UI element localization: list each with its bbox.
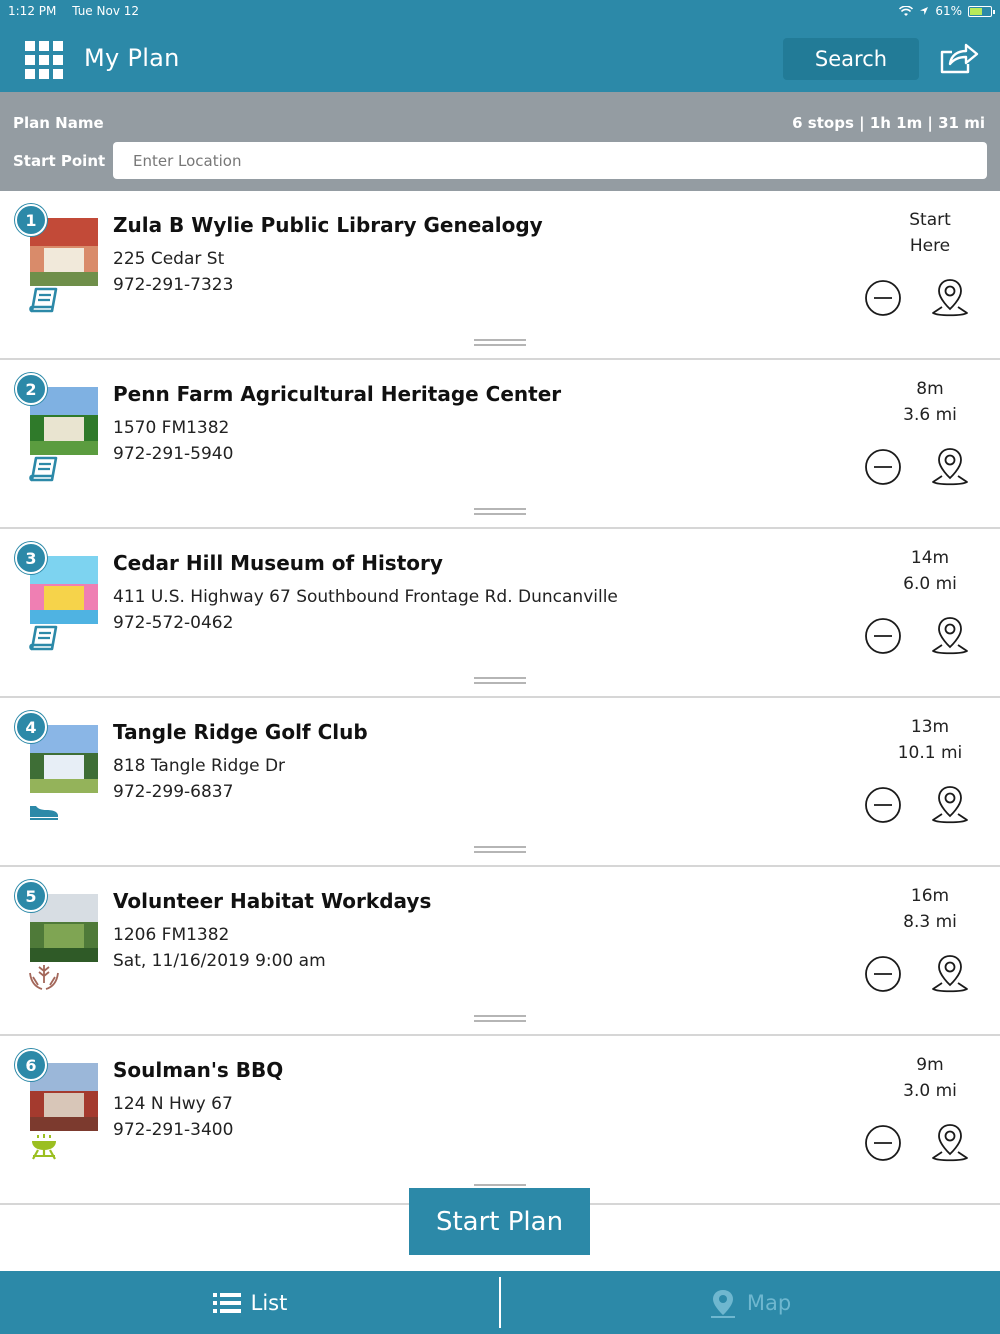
start-plan-button[interactable]: Start Plan	[409, 1188, 590, 1255]
status-bar: 1:12 PM Tue Nov 12 61%	[0, 0, 1000, 22]
book-icon	[29, 287, 58, 313]
stop-travel-time: 16m	[910, 886, 950, 906]
status-date: Tue Nov 12	[72, 4, 140, 18]
stop-address: 124 N Hwy 67	[113, 1094, 233, 1114]
map-location-icon[interactable]	[930, 1122, 970, 1164]
stop-travel-distance: Here	[909, 236, 951, 256]
stop-address: 818 Tangle Ridge Dr	[113, 756, 286, 776]
stop-item[interactable]: 5 Volunteer Habitat Workdays 1206 FM1382…	[0, 867, 1000, 1036]
drag-handle[interactable]	[474, 339, 526, 347]
stop-number-badge: 6	[15, 1049, 47, 1081]
drag-handle[interactable]	[474, 508, 526, 516]
stop-travel-distance: 10.1 mi	[897, 743, 963, 763]
location-arrow-icon	[920, 7, 929, 15]
tab-map[interactable]: Map	[500, 1271, 1000, 1334]
plan-stats: 6 stops | 1h 1m | 31 mi	[792, 114, 985, 132]
stop-travel-distance: 8.3 mi	[903, 912, 957, 932]
hands-plant-icon	[29, 965, 59, 990]
map-location-icon[interactable]	[930, 953, 970, 995]
stop-item[interactable]: 1 Zula B Wylie Public Library Genealogy …	[0, 191, 1000, 360]
remove-stop-icon[interactable]	[864, 448, 902, 486]
stop-name[interactable]: Volunteer Habitat Workdays	[113, 889, 431, 913]
stop-item[interactable]: 4 Tangle Ridge Golf Club 818 Tangle Ridg…	[0, 698, 1000, 867]
remove-stop-icon[interactable]	[864, 955, 902, 993]
stop-travel-info: 9m 3.0 mi	[885, 1052, 975, 1104]
map-pin-icon	[710, 1289, 735, 1318]
book-icon	[29, 456, 58, 482]
stop-item[interactable]: 6 Soulman's BBQ 124 N Hwy 67 972-291-340…	[0, 1036, 1000, 1205]
stops-list: 1 Zula B Wylie Public Library Genealogy …	[0, 191, 1000, 1205]
stop-number-badge: 1	[15, 204, 47, 236]
stop-address: 225 Cedar St	[113, 249, 225, 269]
shoe-icon	[30, 803, 58, 820]
stop-number-badge: 5	[15, 880, 47, 912]
bottom-tab-bar: List Map	[0, 1271, 1000, 1334]
app-header: My Plan Search	[0, 22, 1000, 92]
stop-item[interactable]: 3 Cedar Hill Museum of History 411 U.S. …	[0, 529, 1000, 698]
stop-travel-time: 14m	[910, 548, 950, 568]
stop-travel-time: 9m	[916, 1055, 944, 1075]
grill-icon	[32, 1134, 56, 1160]
stop-address: 411 U.S. Highway 67 Southbound Frontage …	[113, 587, 618, 607]
stop-travel-info: Start Here	[885, 207, 975, 259]
search-button[interactable]: Search	[783, 38, 919, 80]
stop-travel-info: 16m 8.3 mi	[885, 883, 975, 935]
map-location-icon[interactable]	[930, 615, 970, 657]
page-title: My Plan	[84, 44, 180, 72]
stop-travel-time: 13m	[910, 717, 950, 737]
stop-travel-info: 13m 10.1 mi	[885, 714, 975, 766]
stop-travel-info: 14m 6.0 mi	[885, 545, 975, 597]
map-location-icon[interactable]	[930, 446, 970, 488]
map-location-icon[interactable]	[930, 784, 970, 826]
stop-name[interactable]: Zula B Wylie Public Library Genealogy	[113, 213, 543, 237]
stop-number-badge: 3	[15, 542, 47, 574]
stop-detail[interactable]: 972-291-5940	[113, 444, 233, 464]
start-location-input[interactable]	[113, 142, 987, 179]
tab-divider	[499, 1277, 501, 1328]
status-time: 1:12 PM	[8, 4, 57, 18]
stop-detail[interactable]: 972-291-7323	[113, 275, 233, 295]
drag-handle[interactable]	[474, 846, 526, 854]
stop-name[interactable]: Tangle Ridge Golf Club	[113, 720, 368, 744]
stop-travel-time: Start	[909, 210, 951, 230]
stop-travel-info: 8m 3.6 mi	[885, 376, 975, 428]
drag-handle[interactable]	[474, 1015, 526, 1023]
stop-name[interactable]: Soulman's BBQ	[113, 1058, 283, 1082]
stop-address: 1570 FM1382	[113, 418, 230, 438]
tab-list[interactable]: List	[0, 1271, 500, 1334]
list-icon	[212, 1292, 241, 1313]
stop-address: 1206 FM1382	[113, 925, 230, 945]
stop-detail[interactable]: 972-291-3400	[113, 1120, 233, 1140]
battery-icon	[968, 5, 995, 17]
battery-fill	[970, 7, 982, 15]
book-icon	[29, 625, 58, 651]
remove-stop-icon[interactable]	[864, 279, 902, 317]
stop-detail[interactable]: 972-572-0462	[113, 613, 233, 633]
stop-name[interactable]: Cedar Hill Museum of History	[113, 551, 443, 575]
tab-list-label: List	[250, 1290, 288, 1315]
stop-travel-distance: 3.6 mi	[903, 405, 957, 425]
remove-stop-icon[interactable]	[864, 1124, 902, 1162]
start-point-label: Start Point	[13, 152, 106, 170]
stop-detail[interactable]: 972-299-6837	[113, 782, 233, 802]
remove-stop-icon[interactable]	[864, 786, 902, 824]
stop-travel-distance: 6.0 mi	[903, 574, 957, 594]
remove-stop-icon[interactable]	[864, 617, 902, 655]
plan-name-label[interactable]: Plan Name	[13, 114, 104, 132]
stop-name[interactable]: Penn Farm Agricultural Heritage Center	[113, 382, 561, 406]
tab-map-label: Map	[746, 1290, 792, 1315]
drag-handle[interactable]	[474, 677, 526, 685]
stop-travel-time: 8m	[916, 379, 944, 399]
battery-percent: 61%	[935, 4, 962, 18]
plan-info-bar: Plan Name 6 stops | 1h 1m | 31 mi Start …	[0, 92, 1000, 191]
stop-number-badge: 2	[15, 373, 47, 405]
share-icon[interactable]	[938, 40, 980, 76]
map-location-icon[interactable]	[930, 277, 970, 319]
stop-number-badge: 4	[15, 711, 47, 743]
wifi-icon	[899, 5, 914, 16]
stop-travel-distance: 3.0 mi	[903, 1081, 957, 1101]
stop-detail[interactable]: Sat, 11/16/2019 9:00 am	[113, 951, 326, 971]
stop-item[interactable]: 2 Penn Farm Agricultural Heritage Center…	[0, 360, 1000, 529]
apps-grid-icon[interactable]	[25, 41, 64, 79]
